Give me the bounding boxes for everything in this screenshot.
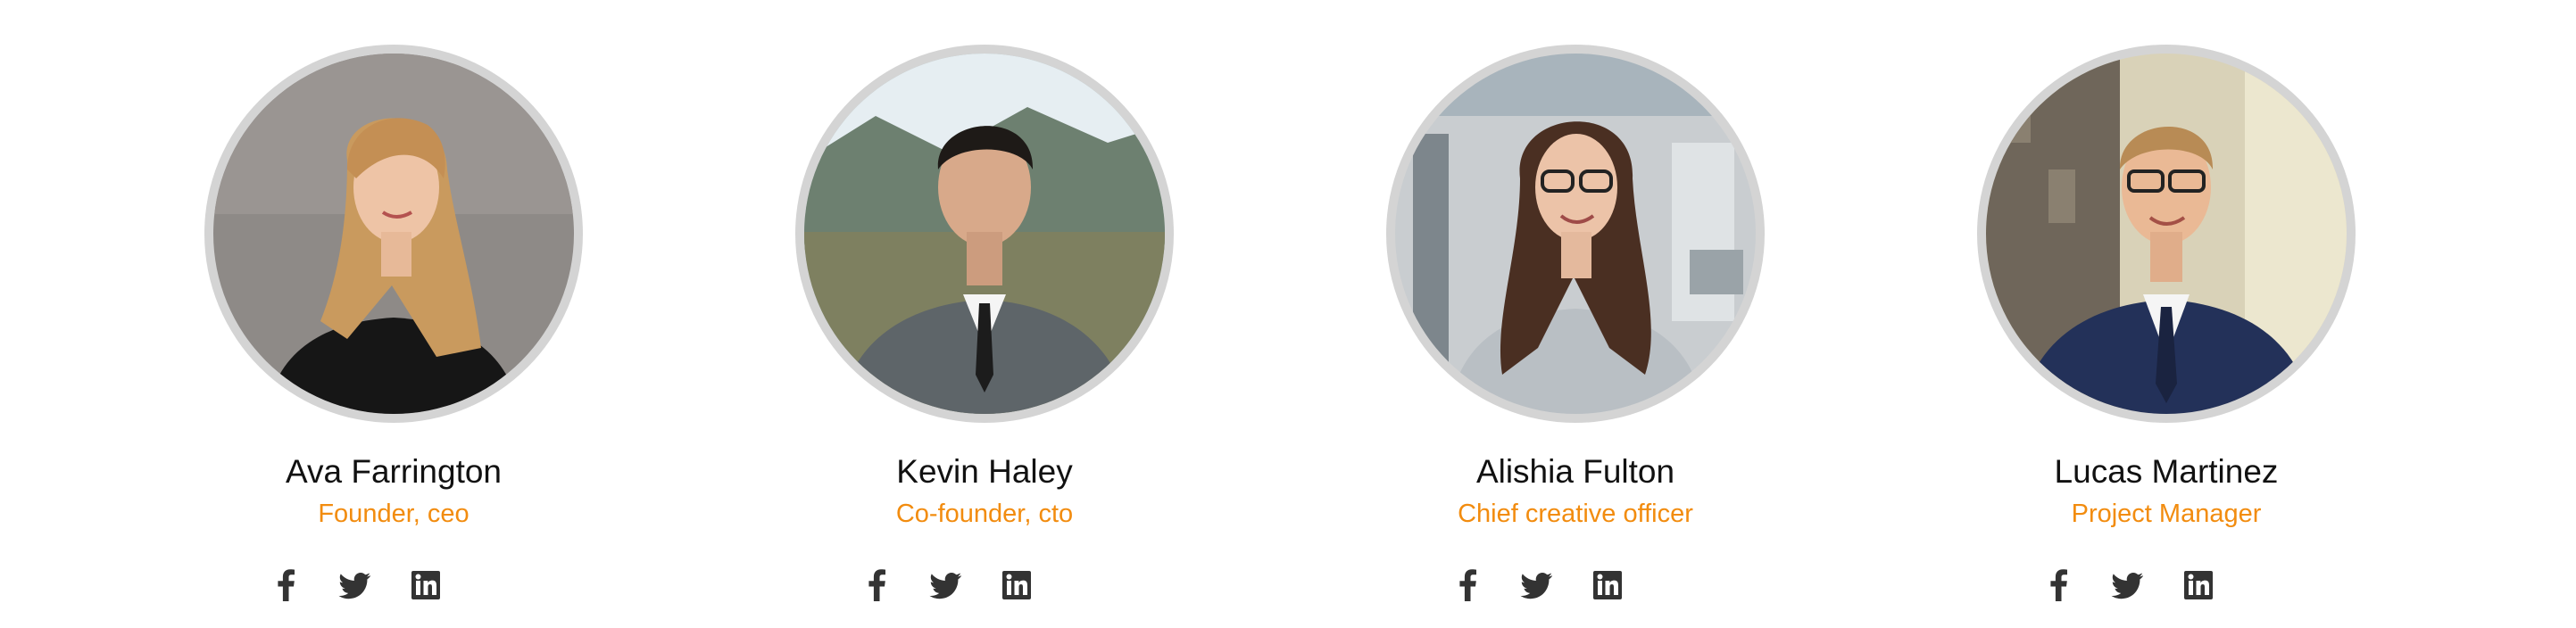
- twitter-icon[interactable]: [2109, 567, 2145, 603]
- portrait-photo-woman-glasses: [1395, 54, 1756, 414]
- portrait-photo-woman-blonde: [213, 54, 574, 414]
- facebook-icon[interactable]: [2041, 567, 2077, 603]
- social-links: [1899, 567, 2434, 603]
- portrait-photo-man-glasses: [1986, 54, 2347, 414]
- facebook-icon[interactable]: [860, 567, 895, 603]
- facebook-icon[interactable]: [269, 567, 304, 603]
- avatar-ring: [795, 45, 1174, 423]
- avatar-ring: [1386, 45, 1765, 423]
- social-links: [1308, 567, 1843, 603]
- avatar-ring: [1977, 45, 2356, 423]
- social-links: [717, 567, 1252, 603]
- team-section: Ava Farrington Founder, ceo Kevin Haley …: [0, 0, 2576, 628]
- social-links: [126, 567, 661, 603]
- member-role: Co-founder, cto: [895, 500, 1074, 528]
- linkedin-icon[interactable]: [1590, 567, 1625, 603]
- linkedin-icon[interactable]: [408, 567, 444, 603]
- member-name: Lucas Martinez: [2054, 453, 2279, 490]
- twitter-icon[interactable]: [1518, 567, 1554, 603]
- avatar: [213, 54, 574, 414]
- member-name: Kevin Haley: [896, 453, 1073, 490]
- member-role: Founder, ceo: [318, 500, 469, 528]
- avatar-ring: [204, 45, 583, 423]
- member-role: Chief creative officer: [1458, 500, 1693, 528]
- facebook-icon[interactable]: [1450, 567, 1486, 603]
- member-name: Alishia Fulton: [1475, 453, 1675, 490]
- avatar: [1986, 54, 2347, 414]
- linkedin-icon[interactable]: [2181, 567, 2216, 603]
- portrait-photo-man-suit: [804, 54, 1165, 414]
- member-role: Project Manager: [2071, 500, 2262, 528]
- linkedin-icon[interactable]: [999, 567, 1035, 603]
- avatar: [804, 54, 1165, 414]
- twitter-icon[interactable]: [927, 567, 963, 603]
- avatar: [1395, 54, 1756, 414]
- member-name: Ava Farrington: [286, 453, 502, 490]
- twitter-icon[interactable]: [337, 567, 372, 603]
